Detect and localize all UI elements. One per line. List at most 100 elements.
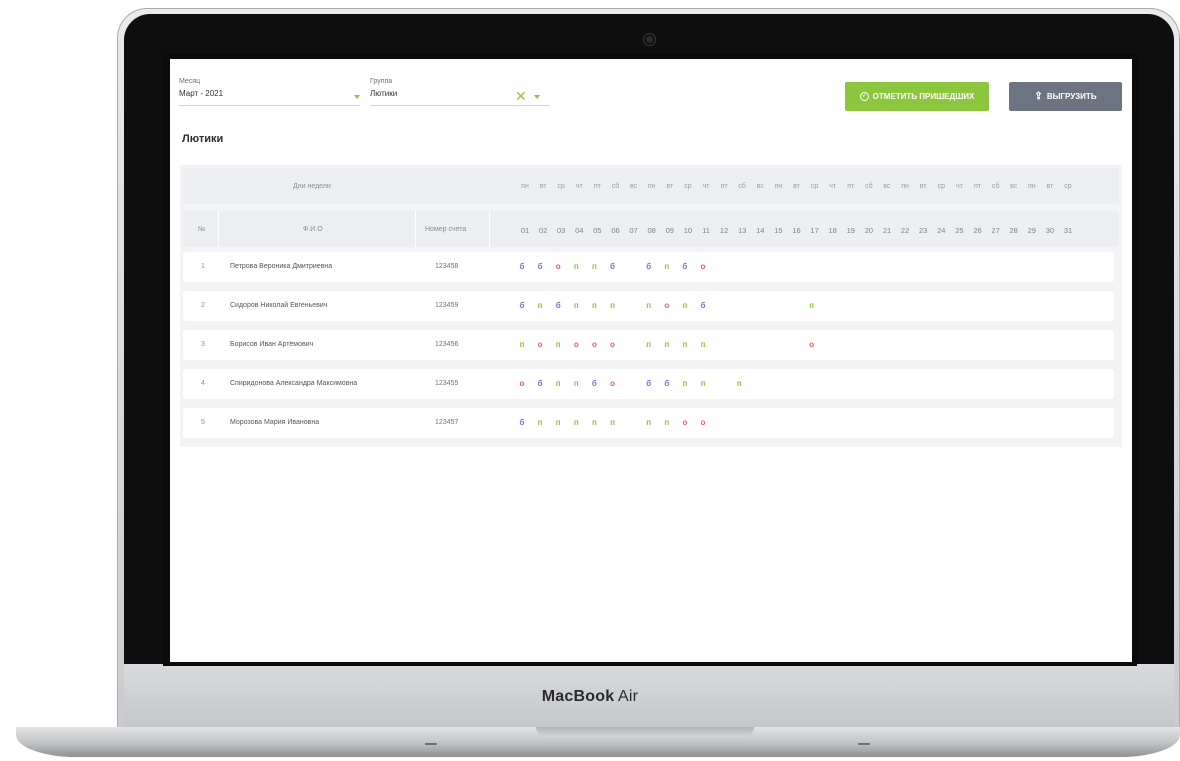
attendance-table: Дни недели пн вт ср чт пт сб вс пн вт ср чт пт сб вс п… [180, 165, 1122, 447]
chevron-down-icon[interactable] [534, 95, 540, 99]
attendance-mark[interactable]: п [585, 418, 603, 427]
attendance-mark[interactable]: о [604, 340, 622, 349]
attendance-mark[interactable]: о [803, 340, 821, 349]
attendance-mark[interactable]: б [531, 379, 549, 388]
attendance-mark[interactable]: б [531, 262, 549, 271]
attendance-mark[interactable]: б [513, 262, 531, 271]
weekday-label: чт [955, 183, 963, 190]
col-account-header: Номер счета [425, 226, 467, 233]
attendance-mark[interactable]: п [549, 418, 567, 427]
attendance-mark[interactable]: б [694, 301, 712, 310]
day-number: 08 [647, 226, 656, 235]
attendance-mark[interactable]: п [658, 418, 676, 427]
day-number: 05 [593, 226, 602, 235]
day-number: 19 [846, 226, 855, 235]
attendance-mark[interactable]: п [567, 379, 585, 388]
attendance-mark[interactable]: п [604, 418, 622, 427]
attendance-mark[interactable]: п [549, 379, 567, 388]
attendance-mark[interactable]: п [585, 301, 603, 310]
attendance-mark[interactable]: о [604, 379, 622, 388]
month-label: Месяц [179, 78, 201, 85]
row-number: 5 [201, 419, 205, 426]
attendance-mark[interactable]: о [531, 340, 549, 349]
attendance-mark[interactable]: о [513, 379, 531, 388]
weekday-label: пн [1027, 183, 1036, 190]
day-number: 06 [611, 226, 620, 235]
table-row[interactable]: 4 Спиридонова Александра Максимовна 123455… [183, 369, 1114, 399]
attendance-mark[interactable]: п [658, 340, 676, 349]
attendance-mark[interactable]: б [604, 262, 622, 271]
attendance-mark[interactable]: о [676, 418, 694, 427]
clear-icon[interactable]: ✕ [515, 89, 527, 103]
row-number: 2 [201, 302, 205, 309]
weekday-header-row: Дни недели пн вт ср чт пт сб вс пн вт ср чт пт сб вс п… [183, 168, 1119, 204]
group-underline [370, 105, 550, 106]
attendance-mark[interactable]: п [640, 340, 658, 349]
attendance-mark[interactable]: п [513, 340, 531, 349]
weekday-label: пт [974, 183, 981, 190]
weekday-header-label: Дни недели [293, 183, 331, 190]
day-number: 30 [1045, 226, 1055, 235]
attendance-mark[interactable]: о [549, 262, 567, 271]
weekday-label: чт [829, 183, 837, 190]
export-button[interactable]: ⇪ ВЫГРУЗИТЬ [1009, 82, 1122, 111]
table-row[interactable]: 1 Петрова Вероника Дмитриевна 123458 б б о п п б… [183, 252, 1114, 282]
attendance-mark[interactable]: п [694, 340, 712, 349]
attendance-mark[interactable]: п [567, 418, 585, 427]
attendance-mark[interactable]: б [549, 301, 567, 310]
attendance-mark[interactable]: п [567, 301, 585, 310]
attendance-mark[interactable]: п [567, 262, 585, 271]
attendance-mark[interactable]: п [676, 379, 694, 388]
student-name: Петрова Вероника Дмитриевна [230, 263, 333, 270]
weekday-label: вт [1046, 183, 1054, 190]
attendance-mark[interactable]: п [676, 301, 694, 310]
attendance-mark[interactable]: п [640, 301, 658, 310]
attendance-mark[interactable]: п [604, 301, 622, 310]
attendance-mark[interactable]: б [640, 379, 658, 388]
attendance-mark[interactable]: п [730, 379, 748, 388]
day-number: 12 [719, 226, 729, 235]
day-number: 17 [810, 226, 819, 235]
attendance-mark[interactable]: п [694, 379, 712, 388]
day-number: 28 [1009, 226, 1018, 235]
attendance-mark[interactable]: о [658, 301, 676, 310]
row-number: 4 [201, 380, 205, 387]
weekday-label: сб [991, 183, 1000, 190]
attendance-mark[interactable]: б [513, 418, 531, 427]
weekday-label: пн [901, 183, 909, 190]
attendance-mark[interactable]: б [640, 262, 658, 271]
group-select[interactable]: Группа Лютики ✕ [370, 78, 550, 106]
group-label: Группа [370, 78, 393, 85]
table-row[interactable]: 5 Морозова Мария Ивановна 123457 б п п п п п п п о о [183, 408, 1114, 438]
attendance-mark[interactable]: п [531, 301, 549, 310]
weekday-label: сб [738, 183, 746, 190]
weekday-label: ср [937, 183, 945, 190]
month-select[interactable]: Месяц Март - 2021 [179, 78, 360, 106]
weekday-label: пт [847, 183, 855, 190]
attendance-mark[interactable]: о [567, 340, 585, 349]
attendance-mark[interactable]: п [658, 262, 676, 271]
account-number: 123459 [435, 302, 459, 309]
attendance-mark[interactable]: п [640, 418, 658, 427]
weekday-label: пн [774, 183, 783, 190]
attendance-mark[interactable]: п [531, 418, 549, 427]
attendance-mark[interactable]: п [585, 262, 603, 271]
attendance-mark[interactable]: б [658, 379, 676, 388]
month-underline [179, 105, 360, 106]
table-row[interactable]: 2 Сидоров Николай Евгеньевич 123459 б п б п п п п… [183, 291, 1114, 321]
attendance-mark[interactable]: б [513, 301, 531, 310]
mark-present-label: ОТМЕТИТЬ ПРИШЕДШИХ [872, 92, 975, 101]
attendance-mark[interactable]: о [694, 262, 712, 271]
attendance-mark[interactable]: о [694, 418, 712, 427]
day-number: 13 [738, 226, 747, 235]
attendance-mark[interactable]: п [676, 340, 694, 349]
table-row[interactable]: 3 Борисов Иван Артёмович 123456 п о п о о о п п п п о [183, 330, 1114, 360]
attendance-mark[interactable]: о [585, 340, 603, 349]
student-name: Борисов Иван Артёмович [230, 341, 314, 348]
attendance-mark[interactable]: б [676, 262, 694, 271]
attendance-mark[interactable]: б [585, 379, 603, 388]
mark-present-button[interactable]: ✓ ОТМЕТИТЬ ПРИШЕДШИХ [845, 82, 989, 111]
attendance-mark[interactable]: п [803, 301, 821, 310]
attendance-mark[interactable]: п [549, 340, 567, 349]
chevron-down-icon[interactable] [354, 95, 360, 99]
